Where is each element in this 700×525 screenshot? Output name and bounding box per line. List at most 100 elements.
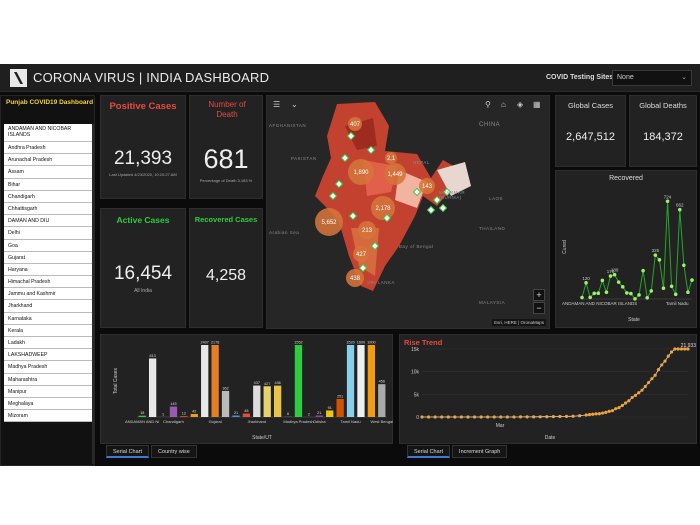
- layers-icon[interactable]: ◈: [517, 100, 523, 109]
- recovered-point: [596, 291, 601, 295]
- trend-point: [610, 409, 615, 413]
- state-list-item[interactable]: Arunachal Pradesh: [4, 154, 92, 167]
- state-list-item[interactable]: Gujarat: [4, 251, 92, 264]
- sidebar-scrollbar[interactable]: [92, 124, 94, 464]
- map-attribution[interactable]: Esri, HERE | OronaMaps: [492, 319, 546, 326]
- state-list-item[interactable]: Delhi: [4, 227, 92, 240]
- label-malaysia: MALAYSIA: [479, 300, 506, 305]
- state-list-item[interactable]: Jammu and Kashmir: [4, 288, 92, 301]
- tab-trend-serial-chart[interactable]: Serial Chart: [407, 445, 451, 458]
- bar-y-axis-label: Total Cases: [113, 367, 119, 394]
- recovered-point: [625, 291, 629, 295]
- state-bar-chart: Total Cases 18 813 1 145 12 42 2407 2178 362 21 48 4…: [113, 341, 393, 442]
- trend-point: [578, 414, 582, 418]
- trend-last-value-label: 21,933: [681, 343, 697, 349]
- trend-point: [624, 401, 628, 405]
- trend-point: [669, 350, 674, 354]
- bar-data-label: 21: [317, 411, 321, 415]
- active-cases-card[interactable]: Active Cases 16,454 All India: [100, 208, 186, 328]
- state-list-item[interactable]: Meghalaya: [4, 397, 92, 411]
- recovered-y-axis-label: Cured: [562, 240, 568, 254]
- trend-y-tick: 10k: [411, 370, 420, 376]
- state-list-item[interactable]: Madhya Pradesh: [4, 361, 92, 374]
- bar-data-label: 48: [244, 409, 248, 413]
- map-bubble-label: 5,652: [321, 220, 337, 226]
- recovered-point: [669, 284, 674, 289]
- trend-chart-tabs: Serial Chart Increment Graph: [407, 445, 509, 458]
- map-canvas[interactable]: 407 1,890 1,449 5,652 2,178 143 213 427 438 2,1: [267, 96, 550, 329]
- state-list-item[interactable]: ANDAMAN AND NICOBAR ISLANDS: [4, 124, 92, 142]
- tab-serial-chart[interactable]: Serial Chart: [106, 445, 150, 458]
- deaths-note: Percentage of Death 3.183 %: [199, 178, 253, 183]
- bar: [169, 406, 178, 417]
- testing-sites-select[interactable]: None ⌄: [612, 70, 692, 86]
- grid-icon[interactable]: ▦: [533, 100, 541, 109]
- state-list-item[interactable]: Andhra Pradesh: [4, 142, 92, 155]
- trend-point: [433, 415, 437, 419]
- zoom-in-button[interactable]: +: [533, 289, 545, 301]
- bar-x-tick: Tamil Nadu: [341, 419, 361, 424]
- bar-data-label: 12: [182, 412, 186, 416]
- recovered-point: [612, 272, 617, 277]
- recovered-cases-card[interactable]: Recovered Cases 4,258: [189, 208, 263, 328]
- state-list-item[interactable]: Ladakh: [4, 337, 92, 350]
- state-list-item[interactable]: Manipur: [4, 385, 92, 398]
- state-list-item[interactable]: Himachal Pradesh: [4, 276, 92, 289]
- state-list-item[interactable]: Maharashtra: [4, 373, 92, 386]
- trend-point: [486, 415, 490, 419]
- trend-point: [656, 368, 661, 372]
- map-bubble-label: 143: [422, 184, 433, 190]
- state-list-item[interactable]: Assam: [4, 166, 92, 179]
- list-icon[interactable]: ☰: [273, 100, 280, 109]
- state-list-item[interactable]: Chhattisgarh: [4, 202, 92, 216]
- global-cases-card[interactable]: Global Cases 2,647,512: [555, 95, 626, 167]
- map-bubble-label: 407: [350, 122, 361, 128]
- search-icon[interactable]: ⚲: [485, 100, 491, 109]
- bar-data-label: 437: [254, 381, 260, 385]
- trend-point: [564, 414, 569, 418]
- state-list-item[interactable]: Chandigarh: [4, 190, 92, 203]
- trend-point: [453, 415, 457, 419]
- india-map[interactable]: 407 1,890 1,449 5,652 2,178 143 213 427 438 2,1 A…: [266, 95, 550, 329]
- positive-cases-card[interactable]: Positive Cases 21,393 Last Updated 4/23/…: [100, 95, 186, 199]
- recovered-series-line: [581, 201, 693, 300]
- home-icon[interactable]: ⌂: [501, 100, 506, 109]
- bar: [336, 398, 344, 417]
- label-myanmar: MYANMAR (BURMA): [439, 190, 466, 200]
- recovered-chart: 120170180325724662CuredANDAMAN AND NICOB…: [562, 194, 694, 323]
- deaths-label: Number of Death: [208, 100, 246, 119]
- zoom-out-button[interactable]: −: [533, 302, 545, 314]
- trend-point: [666, 354, 670, 358]
- state-list-item[interactable]: Jharkhand: [4, 300, 92, 313]
- chevron-down-icon: ⌄: [681, 74, 687, 81]
- state-list-item[interactable]: Kerala: [4, 324, 92, 337]
- state-list-item[interactable]: DAMAN AND DIU: [4, 215, 92, 228]
- recovered-point: [657, 258, 662, 262]
- label-nepal: NEPAL: [413, 160, 430, 165]
- tab-country-wise[interactable]: Country wise: [151, 445, 197, 458]
- trend-point: [614, 407, 618, 411]
- tab-increment-graph[interactable]: Increment Graph: [452, 445, 508, 458]
- recovered-point: [690, 278, 694, 282]
- label-laos: LAOS: [489, 196, 504, 201]
- testing-site-marker: [426, 205, 436, 215]
- trend-point: [653, 373, 657, 377]
- bar-data-label: 2: [308, 412, 310, 416]
- bar: [138, 415, 146, 417]
- bar: [221, 390, 230, 417]
- bar-data-label: 1600: [357, 341, 365, 345]
- global-deaths-card[interactable]: Global Deaths 184,372: [629, 95, 697, 167]
- label-thailand: THAILAND: [479, 226, 506, 231]
- bar-data-label: 456: [379, 380, 385, 384]
- state-list-item[interactable]: Mizoram: [4, 410, 92, 423]
- trend-point: [551, 415, 555, 419]
- state-list-item[interactable]: Karnataka: [4, 312, 92, 325]
- chevron-down-icon[interactable]: ⌄: [291, 100, 298, 109]
- state-list-item[interactable]: Bihar: [4, 178, 92, 191]
- state-list-item[interactable]: Goa: [4, 239, 92, 252]
- deaths-card[interactable]: Number of Death 681 Percentage of Death …: [189, 95, 263, 199]
- recovered-cases-value: 4,258: [205, 267, 247, 284]
- state-list-item[interactable]: Haryana: [4, 263, 92, 277]
- state-list-item[interactable]: LAKSHADWEEP: [4, 349, 92, 362]
- bar: [367, 345, 376, 417]
